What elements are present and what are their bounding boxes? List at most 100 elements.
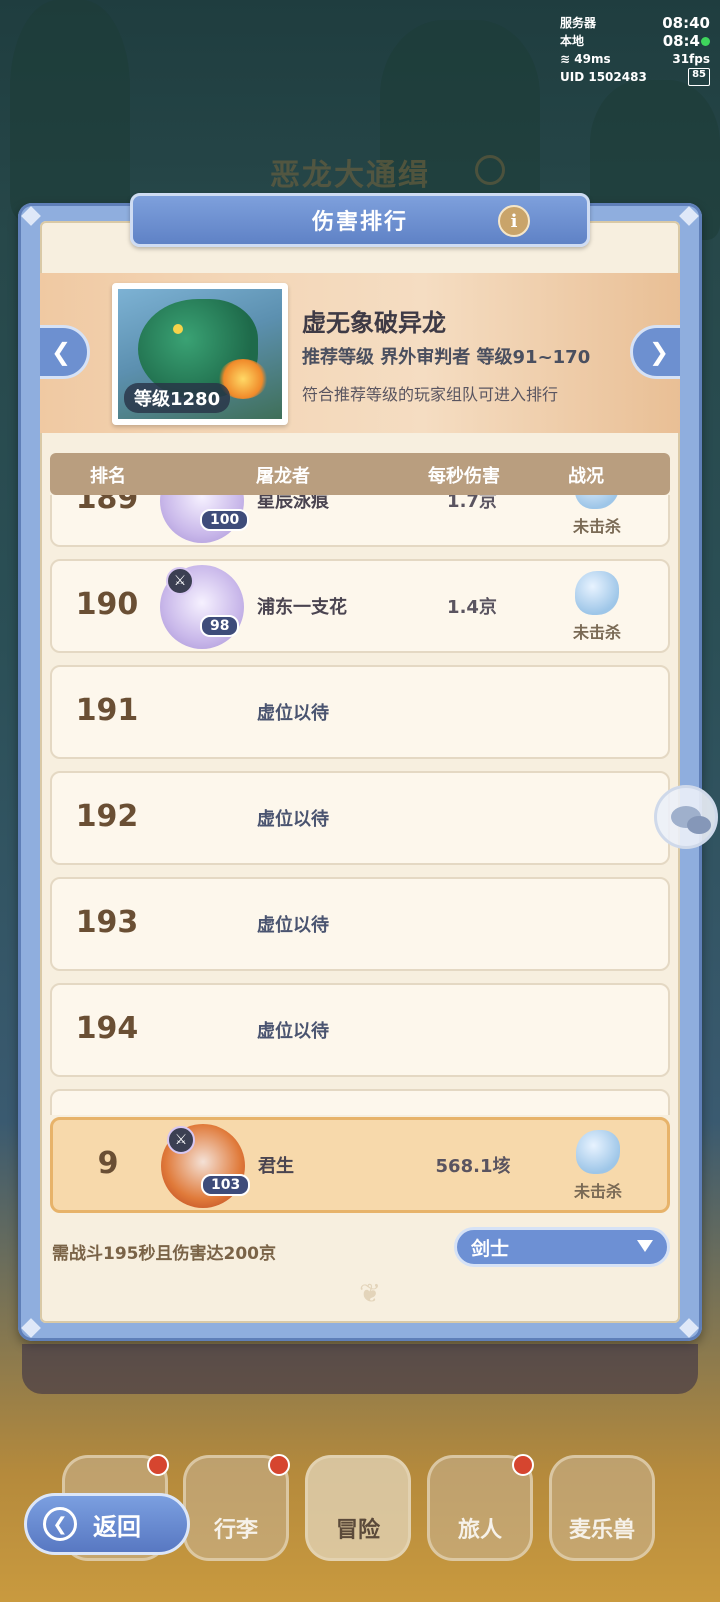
nav-pets[interactable]: 麦乐兽 [549, 1455, 655, 1561]
fps: 31fps [672, 52, 710, 66]
dragon-icon [575, 571, 619, 615]
requirement-text: 需战斗195秒且伤害达200京 [52, 1244, 276, 1264]
table-row[interactable]: 192 虚位以待 [50, 771, 670, 865]
my-rank: 9 [97, 1146, 119, 1181]
back-arrow-icon: ❮ [43, 1507, 77, 1541]
row-rank: 190 [75, 587, 139, 622]
table-header: 排名 屠龙者 每秒伤害 战况 [50, 453, 670, 495]
my-avatar: ⚔ 103 [161, 1124, 251, 1208]
player-name: 星辰泳痕 [257, 495, 329, 512]
boss-ranking-note: 符合推荐等级的玩家组队可进入排行 [302, 385, 559, 404]
empty-slot-text: 虚位以待 [257, 703, 329, 724]
chevron-left-icon: ❮ [50, 338, 72, 366]
row-rank: 189 [75, 495, 139, 516]
back-button[interactable]: ❮ 返回 [24, 1493, 190, 1555]
notification-dot [147, 1454, 169, 1476]
sword-badge-icon: ⚔ [167, 1126, 195, 1154]
player-avatar: ⚔ 98 [160, 565, 244, 649]
column-rank: 排名 [90, 466, 126, 487]
server-time: 08:40 [662, 14, 710, 32]
nav-travelers[interactable]: 旅人 [427, 1454, 534, 1561]
status-text: 未击杀 [572, 623, 621, 642]
player-level: 100 [200, 509, 250, 531]
footer-ornament: ❦ [359, 1279, 381, 1309]
table-row[interactable]: 193 虚位以待 [50, 877, 670, 971]
player-dps: 1.7京 [447, 495, 497, 512]
status-overlay: 服务器 08:40 本地 08:4 ≋ 49ms 31fps UID 1502483 8… [560, 14, 710, 86]
empty-slot-text: 虚位以待 [257, 809, 329, 830]
my-rank-row[interactable]: 9 ⚔ 103 君生 568.1垓 未击杀 [50, 1117, 670, 1213]
prev-boss-button[interactable]: ❮ [40, 325, 90, 379]
dragon-eye [173, 324, 183, 334]
nav-pets-label: 麦乐兽 [568, 1518, 635, 1543]
chevron-right-icon: ❯ [648, 338, 670, 366]
table-row[interactable]: 190 ⚔ 98 浦东一支花 1.4京 未击杀 [50, 559, 670, 653]
record-indicator-icon [701, 37, 710, 46]
caret-down-icon [637, 1240, 653, 1252]
column-status: 战况 [568, 466, 604, 487]
row-rank: 194 [75, 1011, 139, 1046]
battery-icon: 85 [688, 68, 710, 86]
row-status: 未击杀 [557, 495, 637, 537]
chat-button[interactable] [654, 785, 718, 849]
my-level: 103 [201, 1174, 251, 1196]
player-level: 98 [200, 615, 240, 637]
empty-slot-text: 虚位以待 [257, 1021, 329, 1042]
boss-name: 虚无象破异龙 [302, 309, 446, 337]
class-select[interactable]: 剑士 [454, 1227, 670, 1267]
player-name: 浦东一支花 [257, 597, 347, 618]
sword-badge-icon: ⚔ [166, 567, 194, 595]
ping-value: 49ms [574, 52, 611, 66]
nav-luggage-label: 行李 [213, 1518, 258, 1543]
local-time: 08:4 [662, 32, 700, 50]
background-title-icon [475, 155, 505, 185]
ranking-list[interactable]: 189 100 星辰泳痕 1.7京 未击杀 190 ⚔ 98 浦东一支花 1.4 [50, 495, 670, 1115]
info-icon[interactable]: i [498, 205, 530, 237]
table-row[interactable]: 191 虚位以待 [50, 665, 670, 759]
my-status: 未击杀 [558, 1130, 638, 1202]
player-dps: 1.4京 [447, 597, 497, 618]
class-select-value: 剑士 [471, 1237, 510, 1260]
corner-ornament [21, 1318, 41, 1338]
player-avatar: 100 [160, 495, 250, 543]
corner-ornament [679, 206, 699, 226]
nav-adventure[interactable]: 冒险 [305, 1455, 411, 1561]
table-row[interactable] [50, 1089, 670, 1115]
boss-level-badge: 等级1280 [124, 383, 231, 413]
background-event-title: 恶龙大通缉 [270, 158, 430, 193]
back-label: 返回 [93, 1512, 141, 1541]
my-dps: 568.1垓 [435, 1156, 511, 1177]
row-rank: 193 [75, 905, 139, 940]
local-label: 本地 [560, 34, 585, 48]
row-rank: 191 [75, 693, 139, 728]
chat-bubble-icon-secondary [687, 816, 711, 834]
ping: ≋ 49ms [560, 50, 611, 68]
background-rock [10, 0, 130, 220]
my-name: 君生 [258, 1156, 294, 1177]
empty-slot-text: 虚位以待 [257, 915, 329, 936]
next-boss-button[interactable]: ❯ [630, 325, 680, 379]
table-row[interactable]: 194 虚位以待 [50, 983, 670, 1077]
boss-portrait: 等级1280 [112, 283, 288, 425]
dragon-icon [575, 495, 619, 509]
status-text: 未击杀 [572, 517, 621, 536]
dragon-icon [576, 1130, 620, 1174]
nav-adventure-label: 冒险 [335, 1518, 380, 1543]
nav-travelers-label: 旅人 [457, 1518, 502, 1543]
damage-ranking-panel: 等级1280 虚无象破异龙 推荐等级 界外审判者 等级91~170 符合推荐等级… [18, 203, 702, 1341]
boss-recommend-level: 推荐等级 界外审判者 等级91~170 [302, 347, 591, 368]
status-text: 未击杀 [573, 1182, 622, 1201]
boss-banner: 等级1280 虚无象破异龙 推荐等级 界外审判者 等级91~170 符合推荐等级… [40, 273, 680, 433]
table-row[interactable]: 189 100 星辰泳痕 1.7京 未击杀 [50, 495, 670, 547]
panel-content: 等级1280 虚无象破异龙 推荐等级 界外审判者 等级91~170 符合推荐等级… [40, 221, 680, 1323]
bottom-frame [22, 1344, 698, 1394]
server-label: 服务器 [560, 16, 597, 30]
notification-dot [512, 1454, 534, 1476]
corner-ornament [21, 206, 41, 226]
uid: UID 1502483 [560, 70, 647, 84]
column-dps: 每秒伤害 [428, 466, 500, 487]
notification-dot [268, 1454, 290, 1476]
nav-luggage[interactable]: 行李 [183, 1454, 290, 1561]
wifi-icon: ≋ [560, 52, 571, 66]
chat-bubble-icon [671, 806, 711, 834]
